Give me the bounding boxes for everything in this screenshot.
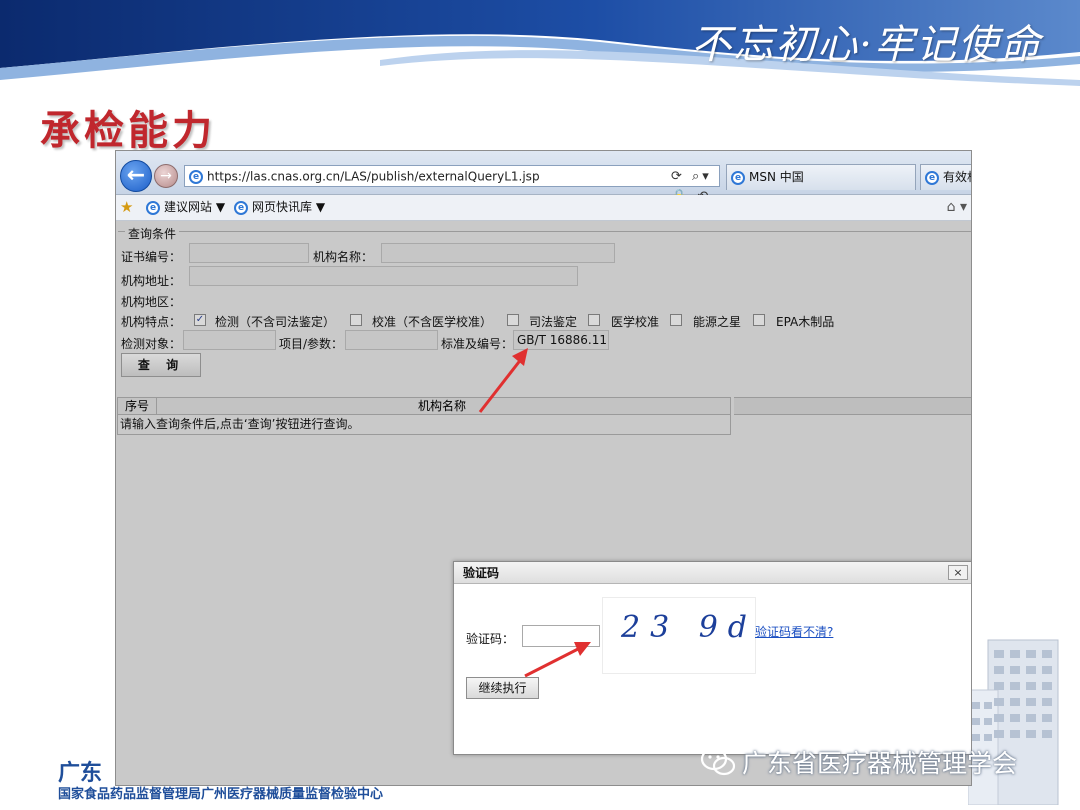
captcha-input[interactable] xyxy=(522,625,600,647)
org-feature-label: 机构特点： xyxy=(121,315,182,329)
query-page: 查询条件 证书编号： 机构名称： 机构地址： 机构地区： 机构特点： ✓ 检测（… xyxy=(116,221,971,785)
tab-msn[interactable]: e MSN 中国 xyxy=(726,164,916,190)
favorites-bar: ★ e 建议网站 ▼ e 网页快讯库 ▼ ⌂ ▾ xyxy=(116,195,971,221)
favorites-suggested-sites-label: 建议网站 ▼ xyxy=(164,200,226,214)
standard-input[interactable]: GB/T 16886.11 xyxy=(513,330,609,350)
results-header-org-name: 机构名称 xyxy=(418,399,467,413)
ie-logo-icon: e xyxy=(925,170,939,185)
feature-checkbox-medical-calibration[interactable] xyxy=(588,314,600,326)
wechat-watermark: 广东省医疗器械管理学会 xyxy=(700,744,1017,780)
cert-no-label: 证书编号： xyxy=(121,250,182,264)
favorites-web-slices-label: 网页快讯库 ▼ xyxy=(252,200,326,214)
watermark-text: 广东省医疗器械管理学会 xyxy=(742,749,1018,778)
org-address-input[interactable] xyxy=(189,266,578,286)
ie-logo-icon: e xyxy=(189,169,203,184)
item-param-input[interactable] xyxy=(345,330,438,350)
feature-label-medical-calibration: 医学校准 xyxy=(611,315,660,329)
org-name-input[interactable] xyxy=(381,243,615,263)
cert-no-input[interactable] xyxy=(189,243,309,263)
item-param-label: 项目/参数： xyxy=(279,337,344,351)
browser-window: ← → e https://las.cnas.org.cn/LAS/publish… xyxy=(115,150,972,786)
feature-checkbox-testing[interactable]: ✓ xyxy=(194,314,206,326)
wechat-icon xyxy=(700,747,736,776)
close-icon[interactable]: × xyxy=(948,565,968,580)
results-header-extension xyxy=(734,397,971,415)
feature-checkbox-epa-wood[interactable] xyxy=(753,314,765,326)
favorites-web-slices[interactable]: e 网页快讯库 ▼ xyxy=(234,195,325,219)
url-text: https://las.cnas.org.cn/LAS/publish/exte… xyxy=(207,169,540,184)
favorites-suggested-sites[interactable]: e 建议网站 ▼ xyxy=(146,195,225,219)
ie-logo-icon: e xyxy=(146,200,160,215)
query-button[interactable]: 查 询 xyxy=(121,353,201,377)
org-region-label: 机构地区： xyxy=(121,295,182,309)
results-header-seq: 序号 xyxy=(125,399,150,413)
back-arrow-icon[interactable]: ← xyxy=(120,160,152,192)
feature-checkbox-calibration[interactable] xyxy=(350,314,362,326)
feature-label-calibration: 校准（不含医学校准） xyxy=(372,315,493,329)
captcha-refresh-link[interactable]: 验证码看不清? xyxy=(755,623,833,640)
captcha-image: 23 9d xyxy=(602,597,756,674)
results-empty-row: 请输入查询条件后,点击‘查询’按钮进行查询。 xyxy=(117,415,731,435)
feature-label-forensic: 司法鉴定 xyxy=(529,315,578,329)
feature-checkbox-forensic[interactable] xyxy=(507,314,519,326)
tab-msn-label: MSN 中国 xyxy=(749,170,804,184)
org-address-label: 机构地址： xyxy=(121,274,182,288)
results-header-divider xyxy=(156,398,157,414)
results-header-row: 序号 机构名称 xyxy=(117,397,731,415)
ie-logo-icon: e xyxy=(731,170,745,185)
query-conditions-legend: 查询条件 xyxy=(125,225,180,242)
captcha-dialog-title: 验证码 xyxy=(454,562,971,584)
feature-checkbox-energy-star[interactable] xyxy=(670,314,682,326)
continue-button[interactable]: 继续执行 xyxy=(466,677,539,699)
captcha-dialog: 验证码 × 验证码： 23 9d 验证码看不清? 继续执行 xyxy=(453,561,971,755)
feature-label-epa-wood: EPA木制品 xyxy=(776,315,835,329)
ie-logo-icon: e xyxy=(234,200,248,215)
test-object-input[interactable] xyxy=(183,330,276,350)
feature-label-energy-star: 能源之星 xyxy=(693,315,742,329)
tab-active-org-label: 有效机 xyxy=(943,170,971,184)
url-field[interactable]: e https://las.cnas.org.cn/LAS/publish/ext… xyxy=(184,165,720,224)
slide-slogan: 不忘初心·牢记使命 xyxy=(691,22,1042,68)
captcha-image-text: 23 9d xyxy=(621,610,758,645)
address-bar: ← → e https://las.cnas.org.cn/LAS/publish… xyxy=(116,151,971,224)
captcha-label: 验证码： xyxy=(466,632,515,646)
test-object-label: 检测对象： xyxy=(121,337,182,351)
slide-title: 承检能力 xyxy=(40,107,216,154)
standard-label: 标准及编号： xyxy=(441,337,514,351)
favorites-star-icon[interactable]: ★ xyxy=(120,195,133,219)
feature-label-testing: 检测（不含司法鉴定） xyxy=(215,315,336,329)
home-icon[interactable]: ⌂ ▾ xyxy=(947,195,967,219)
org-name-label: 机构名称： xyxy=(313,250,374,264)
forward-arrow-icon[interactable]: → xyxy=(154,164,178,188)
tab-active-org[interactable]: e 有效机 xyxy=(920,164,971,190)
